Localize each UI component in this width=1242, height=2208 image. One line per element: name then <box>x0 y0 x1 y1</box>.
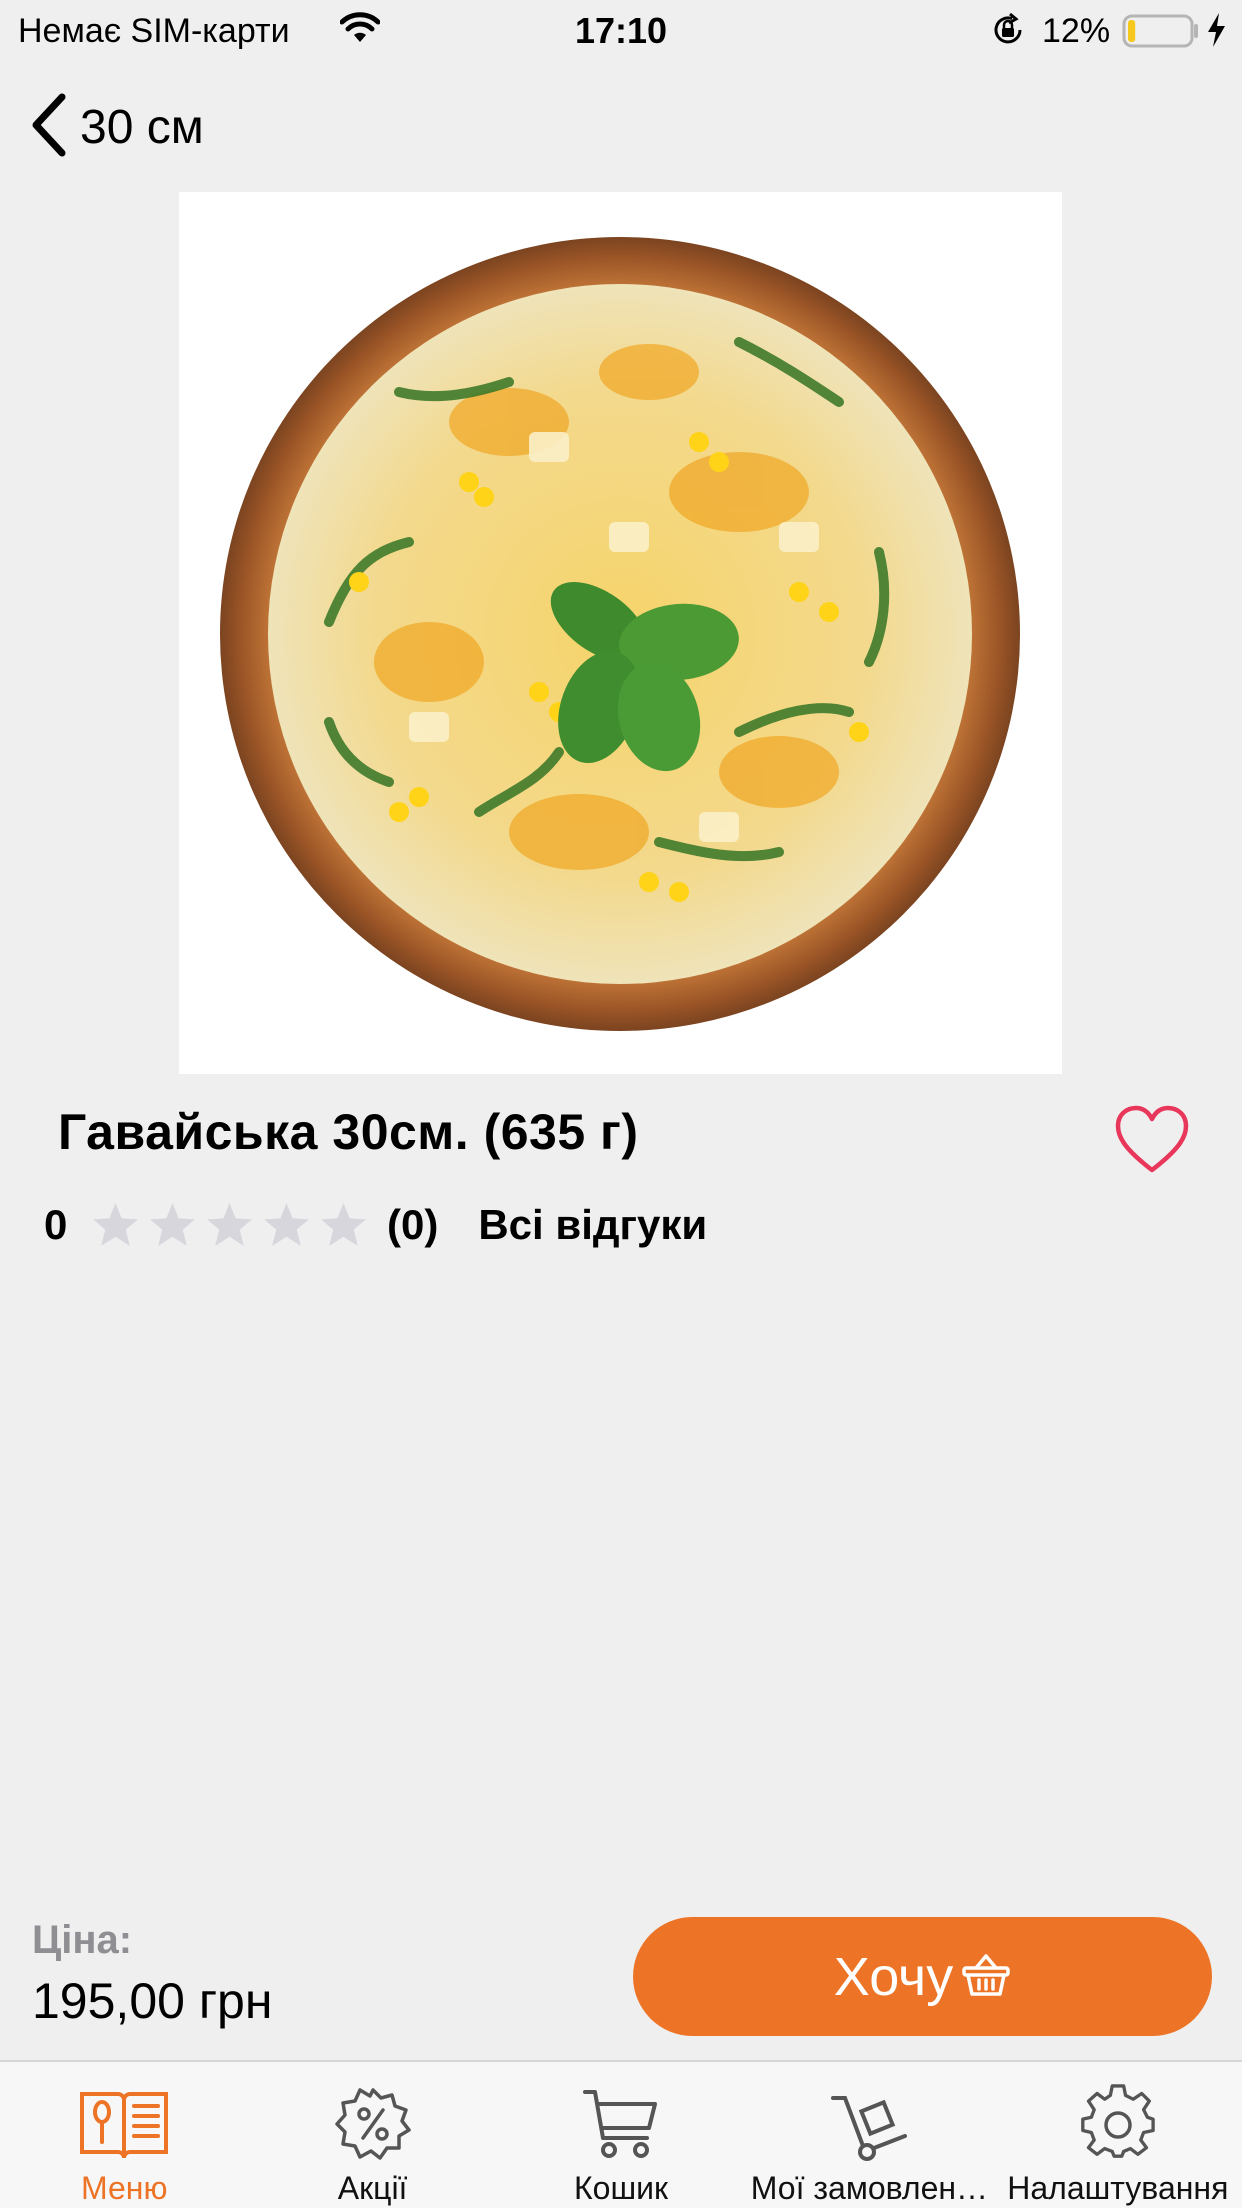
battery-icon <box>1122 14 1202 53</box>
rating-value: 0 <box>44 1201 68 1248</box>
settings-gear-icon <box>1079 2082 1157 2162</box>
tab-menu[interactable]: Меню <box>0 2062 248 2208</box>
tab-my-orders-label: Мої замовлен… <box>750 2170 989 2206</box>
hand-truck-icon <box>829 2082 909 2162</box>
star-icon <box>207 1202 252 1246</box>
heart-icon <box>1112 1105 1192 1184</box>
star-rating <box>90 1200 369 1251</box>
status-bar: Немає SIM-карти 17:10 12% <box>0 0 1242 62</box>
price-label: Ціна: <box>32 1918 133 1962</box>
rating-row: 0 (0) Всі відгуки <box>44 1195 707 1255</box>
orientation-lock-icon <box>990 12 1026 53</box>
tab-promotions-label: Акції <box>337 2170 408 2206</box>
tab-bar: Меню Акції Кошик Мої замовлен… Налаштува… <box>0 2060 1242 2208</box>
tab-my-orders[interactable]: Мої замовлен… <box>745 2062 993 2208</box>
want-button[interactable]: Хочу <box>633 1917 1212 2036</box>
tab-settings[interactable]: Налаштування <box>994 2062 1242 2208</box>
star-icon <box>264 1202 309 1246</box>
price-value: 195,00 грн <box>32 1973 273 2029</box>
tab-settings-label: Налаштування <box>1007 2170 1229 2206</box>
tab-cart[interactable]: Кошик <box>497 2062 745 2208</box>
star-icon <box>93 1202 138 1246</box>
discount-gear-icon <box>334 2082 411 2162</box>
menu-book-icon <box>78 2082 170 2162</box>
tab-cart-label: Кошик <box>574 2170 668 2206</box>
back-button-label: 30 см <box>80 100 204 154</box>
back-button[interactable]: 30 см <box>30 92 204 162</box>
product-title: Гавайська 30см. (635 г) <box>58 1104 639 1160</box>
chevron-left-icon <box>30 93 66 162</box>
star-icon <box>150 1202 195 1246</box>
charging-bolt-icon <box>1205 12 1227 53</box>
cart-icon <box>581 2082 661 2162</box>
star-icon <box>321 1202 366 1246</box>
battery-percent: 12% <box>1042 12 1111 50</box>
basket-icon <box>961 1952 1011 2001</box>
tab-promotions[interactable]: Акції <box>248 2062 496 2208</box>
tab-menu-label: Меню <box>80 2170 168 2206</box>
rating-count: (0) <box>387 1201 439 1248</box>
favorite-button[interactable] <box>1112 1100 1192 1180</box>
want-button-label: Хочу <box>833 1946 954 2007</box>
all-reviews-link[interactable]: Всі відгуки <box>478 1201 707 1249</box>
product-image <box>179 192 1062 1074</box>
